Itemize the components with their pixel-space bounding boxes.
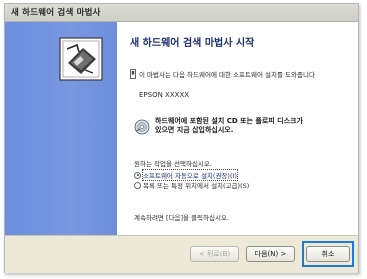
device-name: EPSON XXXXX xyxy=(139,91,190,99)
back-button[interactable]: < 뒤로(B) xyxy=(190,246,239,262)
insert-cd-instruction: 하드웨어에 포함된 설치 CD 또는 플로피 디스크가 있으면 지금 삽입하십시… xyxy=(155,117,303,135)
hardware-wizard-icon xyxy=(59,37,103,81)
page-title: 새 하드웨어 검색 마법사 시작 xyxy=(130,38,255,49)
option-automatic-label[interactable]: 소프트웨어 자동으로 설치(권장)(I) xyxy=(142,169,238,181)
continue-text: 계속하려면 [다음]을 클릭하십시오. xyxy=(134,214,229,222)
next-button[interactable]: 다음(N) > xyxy=(246,246,295,262)
intro-text: 이 마법사는 다음 하드웨어에 대한 소프트웨어 설치를 도와줍니다 xyxy=(139,71,315,79)
option-advanced-label[interactable]: 목록 또는 특정 위치에서 설치(고급)(S) xyxy=(143,180,249,190)
cd-text-line2: 있으면 지금 삽입하십시오. xyxy=(155,126,234,134)
window-title: 새 하드웨어 검색 마법사 xyxy=(11,8,101,18)
cancel-button[interactable]: 취소 xyxy=(306,246,350,262)
wizard-side-panel xyxy=(5,22,117,235)
cd-text-line1: 하드웨어에 포함된 설치 CD 또는 플로피 디스크가 xyxy=(155,117,303,125)
cd-disc-icon xyxy=(134,119,150,135)
choose-prompt: 원하는 작업을 선택하십시오. xyxy=(134,160,212,168)
wizard-window: 새 하드웨어 검색 마법사 새 하드웨어 검색 마법사 시작 이 마법사는 다음… xyxy=(4,3,359,273)
info-icon xyxy=(130,69,136,79)
radio-automatic[interactable] xyxy=(134,171,141,179)
option-advanced[interactable]: 목록 또는 특정 위치에서 설치(고급)(S) xyxy=(134,180,249,190)
wizard-content: 새 하드웨어 검색 마법사 시작 이 마법사는 다음 하드웨어에 대한 소프트웨… xyxy=(117,22,358,235)
option-automatic[interactable]: 소프트웨어 자동으로 설치(권장)(I) xyxy=(134,169,238,181)
title-bar: 새 하드웨어 검색 마법사 xyxy=(5,4,358,22)
radio-advanced[interactable] xyxy=(134,181,141,189)
button-bar: < 뒤로(B) 다음(N) > 취소 xyxy=(5,235,358,273)
